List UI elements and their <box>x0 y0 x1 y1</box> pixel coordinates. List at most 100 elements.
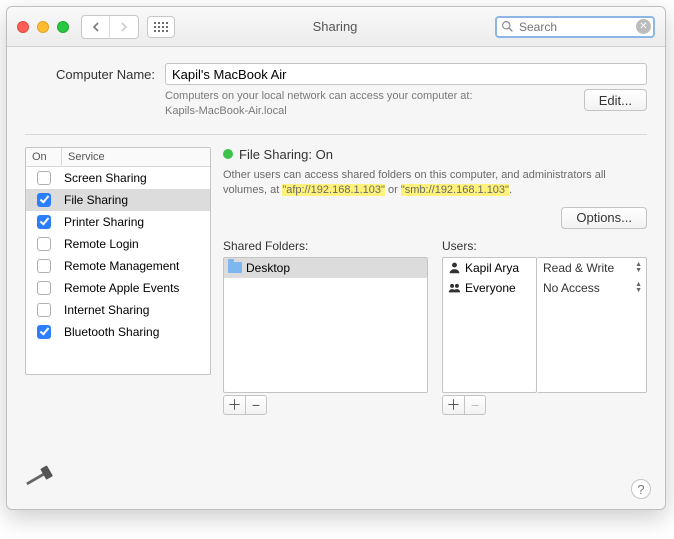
sharing-preferences-window: Sharing ✕ Computer Name: Computers on yo… <box>6 6 666 510</box>
service-list-header: On Service <box>26 148 210 167</box>
service-row-printer-sharing[interactable]: Printer Sharing <box>26 211 210 233</box>
computer-name-field[interactable] <box>165 63 647 85</box>
service-checkbox[interactable] <box>37 259 51 273</box>
service-row-bluetooth-sharing[interactable]: Bluetooth Sharing <box>26 321 210 343</box>
status-title: File Sharing: On <box>239 147 333 162</box>
status-description: Other users can access shared folders on… <box>223 168 647 199</box>
computer-name-hint: Computers on your local network can acce… <box>165 89 584 120</box>
users-label: Users: <box>442 239 647 253</box>
search-wrapper: ✕ <box>495 16 655 38</box>
afp-address: "afp://192.168.1.103" <box>282 184 385 196</box>
service-panel: On Service Screen Sharing File Sharing Pri… <box>25 147 211 415</box>
users-add-remove: ＋ − <box>442 395 647 415</box>
smb-address: "smb://192.168.1.103" <box>401 184 509 196</box>
service-label: Remote Apple Events <box>62 281 210 295</box>
service-checkbox[interactable] <box>37 215 51 229</box>
shared-folders-panel: Shared Folders: Desktop ＋ − <box>223 239 428 415</box>
search-icon <box>501 20 514 33</box>
folder-row[interactable]: Desktop <box>224 258 427 278</box>
service-label: Remote Management <box>62 259 210 273</box>
search-input[interactable] <box>495 16 655 38</box>
stepper-icon: ▲▼ <box>635 282 642 294</box>
remove-user-button[interactable]: − <box>464 395 486 415</box>
options-row: Options... <box>223 207 647 229</box>
folders-add-remove: ＋ − <box>223 395 428 415</box>
service-row-file-sharing[interactable]: File Sharing <box>26 189 210 211</box>
grid-icon <box>154 22 168 32</box>
permissions-list[interactable]: Read & Write ▲▼ No Access ▲▼ <box>537 257 647 393</box>
permission-selector[interactable]: Read & Write ▲▼ <box>537 258 646 278</box>
titlebar: Sharing ✕ <box>7 7 665 47</box>
status-row: File Sharing: On <box>223 147 647 162</box>
header-service: Service <box>62 148 210 166</box>
user-name: Kapil Arya <box>465 261 519 275</box>
add-user-button[interactable]: ＋ <box>442 395 464 415</box>
permission-value: Read & Write <box>543 261 614 275</box>
forward-button[interactable] <box>110 16 138 38</box>
user-row[interactable]: Kapil Arya <box>443 258 536 278</box>
service-label: Printer Sharing <box>62 215 210 229</box>
person-icon <box>448 261 461 274</box>
close-button[interactable] <box>17 21 29 33</box>
computer-name-row: Computer Name: <box>25 63 647 85</box>
stepper-icon: ▲▼ <box>635 262 642 274</box>
users-list[interactable]: Kapil Arya Everyone <box>442 257 537 393</box>
shared-folders-label: Shared Folders: <box>223 239 428 253</box>
main-layout: On Service Screen Sharing File Sharing Pri… <box>25 147 647 415</box>
minimize-button[interactable] <box>37 21 49 33</box>
chevron-right-icon <box>119 22 129 32</box>
hammer-icon <box>17 458 55 501</box>
permission-value: No Access <box>543 281 600 295</box>
chevron-left-icon <box>91 22 101 32</box>
service-label: Internet Sharing <box>62 303 210 317</box>
desc-suffix: . <box>509 184 512 196</box>
service-checkbox[interactable] <box>37 281 51 295</box>
folder-icon <box>228 262 242 273</box>
computer-name-hint-row: Computers on your local network can acce… <box>25 89 647 120</box>
hint-line1: Computers on your local network can acce… <box>165 90 473 102</box>
service-label: Bluetooth Sharing <box>62 325 210 339</box>
computer-name-label: Computer Name: <box>25 67 155 82</box>
clear-search-icon[interactable]: ✕ <box>636 19 651 34</box>
detail-panel: File Sharing: On Other users can access … <box>223 147 647 415</box>
zoom-button[interactable] <box>57 21 69 33</box>
edit-button[interactable]: Edit... <box>584 89 647 111</box>
permission-selector[interactable]: No Access ▲▼ <box>537 278 646 298</box>
service-row-screen-sharing[interactable]: Screen Sharing <box>26 167 210 189</box>
status-indicator-icon <box>223 149 233 159</box>
service-row-remote-management[interactable]: Remote Management <box>26 255 210 277</box>
folders-users-panels: Shared Folders: Desktop ＋ − Users: Kapil… <box>223 239 647 415</box>
options-button[interactable]: Options... <box>561 207 647 229</box>
window-title: Sharing <box>175 19 495 34</box>
service-checkbox[interactable] <box>37 193 51 207</box>
header-on: On <box>26 148 62 166</box>
user-row[interactable]: Everyone <box>443 278 536 298</box>
users-wrap: Kapil AryaEveryone Read & Write▲▼No Acce… <box>442 257 647 393</box>
users-panel: Users: Kapil Arya Everyone Read & Write ▲▼… <box>442 239 647 415</box>
service-checkbox[interactable] <box>37 237 51 251</box>
show-all-button[interactable] <box>147 16 175 38</box>
group-icon <box>448 281 461 294</box>
service-checkbox[interactable] <box>37 171 51 185</box>
help-button[interactable]: ? <box>631 479 651 499</box>
hint-line2: Kapils-MacBook-Air.local <box>165 105 287 117</box>
content-area: Computer Name: Computers on your local n… <box>7 47 665 425</box>
service-row-remote-apple-events[interactable]: Remote Apple Events <box>26 277 210 299</box>
service-row-remote-login[interactable]: Remote Login <box>26 233 210 255</box>
shared-folders-list[interactable]: Desktop <box>223 257 428 393</box>
traffic-lights <box>17 21 69 33</box>
service-list[interactable]: On Service Screen Sharing File Sharing Pri… <box>25 147 211 375</box>
service-label: File Sharing <box>62 193 210 207</box>
service-checkbox[interactable] <box>37 325 51 339</box>
user-name: Everyone <box>465 281 516 295</box>
service-label: Remote Login <box>62 237 210 251</box>
service-checkbox[interactable] <box>37 303 51 317</box>
desc-mid: or <box>385 184 401 196</box>
add-folder-button[interactable]: ＋ <box>223 395 245 415</box>
folder-name: Desktop <box>246 261 290 275</box>
remove-folder-button[interactable]: − <box>245 395 267 415</box>
service-label: Screen Sharing <box>62 171 210 185</box>
nav-back-forward <box>81 15 139 39</box>
back-button[interactable] <box>82 16 110 38</box>
service-row-internet-sharing[interactable]: Internet Sharing <box>26 299 210 321</box>
